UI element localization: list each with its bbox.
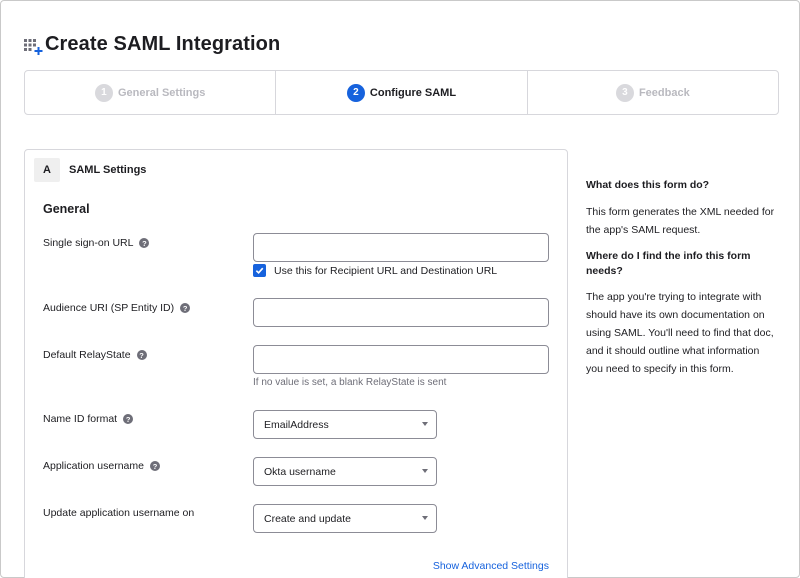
help-icon[interactable]: ? xyxy=(149,461,160,471)
wizard-stepper: 1 General Settings 2 Configure SAML 3 Fe… xyxy=(24,70,779,115)
section-letter-badge: A xyxy=(34,158,60,182)
select-value: EmailAddress xyxy=(264,418,329,431)
update-username-label-text: Update application username on xyxy=(43,507,195,519)
relay-state-input[interactable] xyxy=(253,345,549,374)
app-username-select[interactable]: Okta username xyxy=(253,457,437,486)
help-icon[interactable]: ? xyxy=(123,414,134,424)
audience-uri-label: Audience URI (SP Entity ID) ? xyxy=(43,302,191,314)
recipient-url-checkbox-row[interactable]: Use this for Recipient URL and Destinati… xyxy=(253,264,497,277)
sso-url-label-text: Single sign-on URL xyxy=(43,237,134,249)
panel-header: A SAML Settings xyxy=(34,158,146,182)
step-label: General Settings xyxy=(117,86,206,99)
select-value: Create and update xyxy=(264,512,351,525)
step-general-settings[interactable]: 1 General Settings xyxy=(25,71,275,114)
step-number: 3 xyxy=(615,83,634,102)
step-feedback[interactable]: 3 Feedback xyxy=(526,71,778,114)
help-answer-2: The app you're trying to integrate with … xyxy=(586,291,774,375)
select-value: Okta username xyxy=(264,465,336,478)
name-id-format-label-text: Name ID format xyxy=(43,413,118,425)
audience-uri-input[interactable] xyxy=(253,298,549,327)
show-advanced-settings-link[interactable]: Show Advanced Settings xyxy=(433,560,549,572)
saml-settings-panel: A SAML Settings General Single sign-on U… xyxy=(24,149,568,578)
app-username-label-text: Application username xyxy=(43,460,144,472)
chevron-down-icon xyxy=(422,422,428,426)
relay-state-label-text: Default RelayState xyxy=(43,349,131,361)
audience-uri-label-text: Audience URI (SP Entity ID) xyxy=(43,302,175,314)
chevron-down-icon xyxy=(422,469,428,473)
step-number: 2 xyxy=(346,83,365,102)
app-grid-add-icon xyxy=(24,37,43,56)
panel-title: SAML Settings xyxy=(69,164,147,176)
checkmark-icon xyxy=(255,267,264,275)
relay-state-label: Default RelayState ? xyxy=(43,349,147,361)
step-configure-saml[interactable]: 2 Configure SAML xyxy=(275,71,526,114)
help-icon[interactable]: ? xyxy=(139,238,150,248)
relay-state-hint: If no value is set, a blank RelayState i… xyxy=(253,377,447,388)
step-label: Configure SAML xyxy=(369,86,457,99)
recipient-url-checkbox[interactable] xyxy=(253,264,266,277)
step-label: Feedback xyxy=(638,86,690,99)
sso-url-input[interactable] xyxy=(253,233,549,262)
step-number: 1 xyxy=(94,83,113,102)
recipient-url-checkbox-label: Use this for Recipient URL and Destinati… xyxy=(274,264,498,277)
sso-url-label: Single sign-on URL ? xyxy=(43,237,150,249)
app-username-label: Application username ? xyxy=(43,460,160,472)
help-icon[interactable]: ? xyxy=(136,350,147,360)
update-username-label: Update application username on xyxy=(43,507,194,519)
chevron-down-icon xyxy=(422,516,428,520)
help-sidebar: What does this form do? This form genera… xyxy=(586,178,776,378)
page-title: Create SAML Integration xyxy=(45,33,281,55)
name-id-format-label: Name ID format ? xyxy=(43,413,134,425)
section-title: General xyxy=(43,202,90,216)
help-icon[interactable]: ? xyxy=(180,303,191,313)
update-username-select[interactable]: Create and update xyxy=(253,504,437,533)
help-question-1: What does this form do? xyxy=(586,179,710,191)
page-header: Create SAML Integration xyxy=(24,33,280,56)
name-id-format-select[interactable]: EmailAddress xyxy=(253,410,437,439)
help-answer-1: This form generates the XML needed for t… xyxy=(586,206,775,236)
help-question-2: Where do I find the info this form needs… xyxy=(586,250,751,277)
